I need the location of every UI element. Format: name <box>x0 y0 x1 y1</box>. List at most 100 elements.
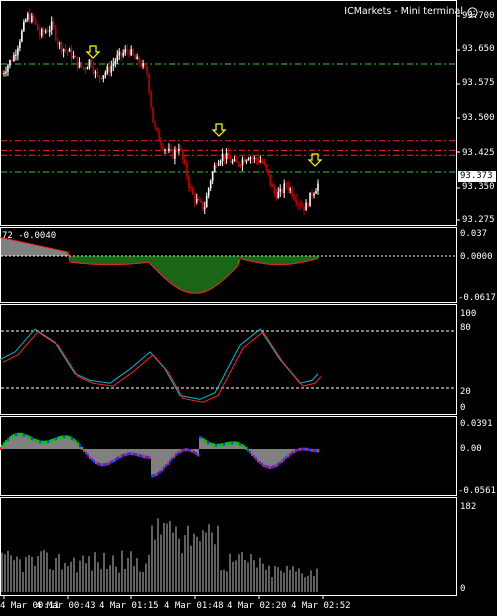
oscillator-tip <box>237 442 239 446</box>
candle-body <box>72 55 75 58</box>
oscillator-tip <box>151 474 153 478</box>
oscillator-tip <box>215 443 217 447</box>
candle-body <box>199 200 202 202</box>
candle-body <box>76 57 79 68</box>
candle-body <box>160 141 162 146</box>
oscillator-tip <box>205 440 207 444</box>
oscillator-tip <box>41 440 43 444</box>
candle-body <box>100 77 103 79</box>
candle-body <box>263 162 266 165</box>
candle-body <box>134 55 136 60</box>
candle-body <box>42 29 45 33</box>
candle-body <box>9 60 11 66</box>
oscillator-tip <box>235 441 237 445</box>
oscillator-tip <box>281 459 283 463</box>
candle-body <box>86 67 89 70</box>
oscillator-tip <box>269 465 271 469</box>
oscillator-tip <box>61 435 63 439</box>
oscillator-tip <box>309 448 311 452</box>
candle-body <box>104 72 107 76</box>
candle-body <box>32 15 35 21</box>
oscillator-tip <box>179 450 181 454</box>
candle-body <box>128 51 130 56</box>
oscillator-tip <box>279 461 281 465</box>
candle-body <box>15 54 17 56</box>
candle-body <box>277 191 280 199</box>
oscillator-tip <box>195 452 197 456</box>
candle-body <box>66 50 69 52</box>
stoch-tick: 20 <box>460 387 471 397</box>
candle-body <box>295 199 297 204</box>
candle-body <box>203 207 206 210</box>
oscillator-tip <box>273 465 275 469</box>
candle-body <box>227 153 230 159</box>
oscillator-tip <box>75 440 77 444</box>
oscillator-tip <box>257 459 259 463</box>
time-label: 4 Mar 00:43 <box>36 601 96 611</box>
oscillator-tip <box>193 450 195 454</box>
price-panel-border <box>0 0 457 226</box>
oscillator-tip <box>313 449 315 453</box>
oscillator-tip <box>111 460 113 464</box>
candle-body <box>48 29 51 32</box>
oscillator-tip <box>49 439 51 443</box>
candle-body <box>64 48 67 51</box>
oscillator-tip <box>297 448 299 452</box>
candle-body <box>98 75 101 78</box>
candle-body <box>275 193 278 199</box>
candle-body <box>285 183 288 186</box>
oscillator-tip <box>277 462 279 466</box>
price-tick: 93.700 <box>462 11 495 21</box>
chart-canvas <box>0 0 460 599</box>
candle-body <box>261 160 264 163</box>
candle-body <box>80 62 83 67</box>
candle-body <box>251 157 254 159</box>
candle-body <box>50 21 53 30</box>
oscillator-tip <box>81 446 83 450</box>
oscillator-tip <box>53 438 55 442</box>
candle-body <box>62 48 65 52</box>
oscillator-tip <box>97 462 99 466</box>
oscillator-tip <box>73 438 75 442</box>
macd-indicator <box>0 236 456 294</box>
macd-signal-line <box>0 236 319 294</box>
candle-body <box>289 188 291 190</box>
candle-body <box>269 174 272 186</box>
oscillator-tip <box>51 438 53 442</box>
oscillator-tip <box>95 461 97 465</box>
price-tick: 93.575 <box>462 78 495 88</box>
oscillator-tip <box>123 453 125 457</box>
oscillator-tip <box>245 446 247 450</box>
candle-body <box>132 49 134 56</box>
oscillator-tip <box>181 449 183 453</box>
oscillator-tip <box>47 440 49 444</box>
candle-body <box>92 65 95 73</box>
oscillator-tip <box>113 458 115 462</box>
down-arrow-icon <box>211 123 227 137</box>
oscillator-tip <box>211 443 213 447</box>
axis-ticks <box>3 15 460 599</box>
candle-body <box>307 202 309 207</box>
candle-body <box>311 192 313 196</box>
candle-body <box>271 185 274 187</box>
oscillator-tip <box>157 471 159 475</box>
oscillator-tip <box>267 465 269 469</box>
candle-body <box>172 149 174 159</box>
oscillator-tip <box>317 449 319 453</box>
oscillator-tip <box>83 449 85 453</box>
candle-body <box>209 180 212 189</box>
oscillator-tip <box>315 449 317 453</box>
oscillator-tip <box>27 435 29 439</box>
candle-body <box>3 73 5 75</box>
candle-body <box>56 39 59 44</box>
volume-tick: 0 <box>460 584 466 594</box>
candle-body <box>46 31 49 33</box>
macd-label: 72 -0.0040 <box>2 231 57 241</box>
oscillator-tip <box>91 458 93 462</box>
oscillator-tip <box>105 462 107 466</box>
oscillator-tip <box>163 466 165 470</box>
candle-body <box>150 91 152 107</box>
oscillator-tip <box>153 474 155 478</box>
volume-tick: 182 <box>460 502 477 512</box>
oscillator-tip <box>79 444 81 448</box>
